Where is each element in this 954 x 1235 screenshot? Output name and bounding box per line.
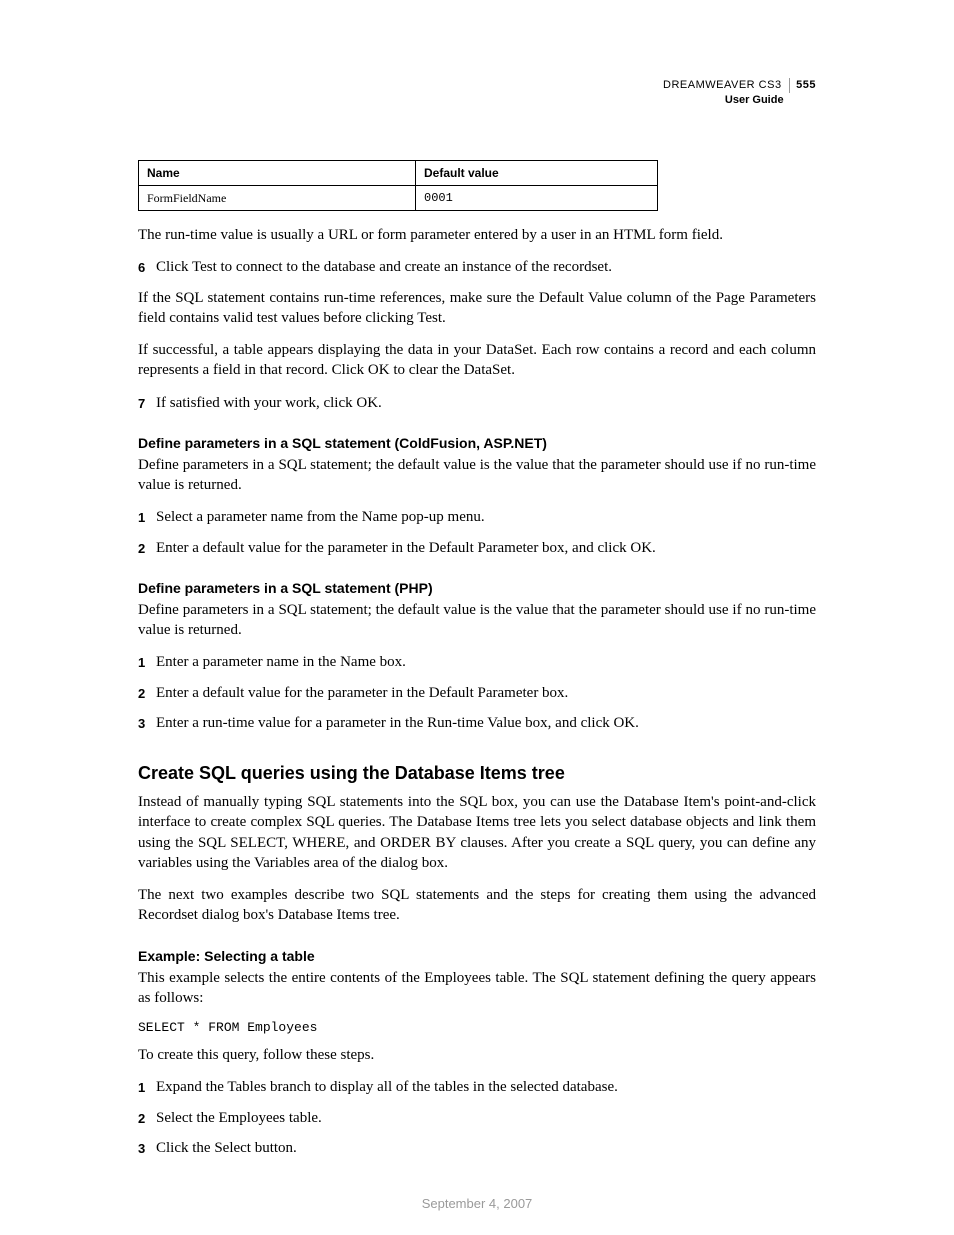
step-number: 2 [138, 1108, 156, 1128]
step-text: Select the Employees table. [156, 1108, 816, 1128]
page-header: DREAMWEAVER CS3 555 User Guide 555 [663, 78, 816, 108]
cell-default-value: 0001 [416, 186, 658, 211]
subhead-coldfusion: Define parameters in a SQL statement (Co… [138, 435, 816, 451]
step-text: Enter a parameter name in the Name box. [156, 652, 816, 672]
body-text: Instead of manually typing SQL statement… [138, 792, 816, 873]
code-block: SELECT * FROM Employees [138, 1020, 816, 1035]
step-number: 1 [138, 652, 156, 672]
page: DREAMWEAVER CS3 555 User Guide 555 Name … [0, 0, 954, 1235]
col-name: Name [139, 161, 416, 186]
step-text: Select a parameter name from the Name po… [156, 507, 816, 527]
step-ex-3: 3 Click the Select button. [138, 1138, 816, 1158]
page-number: 555 [789, 78, 816, 93]
body-text: To create this query, follow these steps… [138, 1045, 816, 1065]
header-line-product: DREAMWEAVER CS3 555 [663, 78, 816, 93]
step-ex-2: 2 Select the Employees table. [138, 1108, 816, 1128]
step-php-2: 2 Enter a default value for the paramete… [138, 683, 816, 703]
step-7: 7 If satisfied with your work, click OK. [138, 393, 816, 413]
step-cf-1: 1 Select a parameter name from the Name … [138, 507, 816, 527]
footer-date: September 4, 2007 [0, 1196, 954, 1211]
step-ex-1: 1 Expand the Tables branch to display al… [138, 1077, 816, 1097]
step-text: If satisfied with your work, click OK. [156, 393, 816, 413]
body-text: The run-time value is usually a URL or f… [138, 225, 816, 245]
header-line-guide: User Guide 555 [663, 93, 816, 108]
step-text: Enter a run-time value for a parameter i… [156, 713, 816, 733]
step-number: 1 [138, 1077, 156, 1097]
step-text: Click the Select button. [156, 1138, 816, 1158]
step-number: 1 [138, 507, 156, 527]
step-number: 6 [138, 257, 156, 277]
step-text: Enter a default value for the parameter … [156, 538, 816, 558]
table-row: FormFieldName 0001 [139, 186, 658, 211]
body-text: Define parameters in a SQL statement; th… [138, 600, 816, 641]
table-header-row: Name Default value [139, 161, 658, 186]
product-name: DREAMWEAVER CS3 [663, 79, 782, 91]
section-heading: Create SQL queries using the Database It… [138, 763, 816, 784]
body-text: This example selects the entire contents… [138, 968, 816, 1009]
subhead-example: Example: Selecting a table [138, 948, 816, 964]
step-number: 2 [138, 683, 156, 703]
step-number: 2 [138, 538, 156, 558]
step-text: Expand the Tables branch to display all … [156, 1077, 816, 1097]
parameters-table: Name Default value FormFieldName 0001 [138, 160, 658, 211]
body-text: Define parameters in a SQL statement; th… [138, 455, 816, 496]
cell-name: FormFieldName [139, 186, 416, 211]
step-cf-2: 2 Enter a default value for the paramete… [138, 538, 816, 558]
body-text: If successful, a table appears displayin… [138, 340, 816, 381]
step-number: 3 [138, 713, 156, 733]
step-php-3: 3 Enter a run-time value for a parameter… [138, 713, 816, 733]
step-number: 3 [138, 1138, 156, 1158]
content: Name Default value FormFieldName 0001 Th… [138, 160, 816, 1158]
step-php-1: 1 Enter a parameter name in the Name box… [138, 652, 816, 672]
guide-label: User Guide [725, 94, 784, 106]
step-text: Enter a default value for the parameter … [156, 683, 816, 703]
step-number: 7 [138, 393, 156, 413]
step-6: 6 Click Test to connect to the database … [138, 257, 816, 277]
subhead-php: Define parameters in a SQL statement (PH… [138, 580, 816, 596]
col-default-value: Default value [416, 161, 658, 186]
body-text: If the SQL statement contains run-time r… [138, 288, 816, 329]
body-text: The next two examples describe two SQL s… [138, 885, 816, 926]
step-text: Click Test to connect to the database an… [156, 257, 816, 277]
